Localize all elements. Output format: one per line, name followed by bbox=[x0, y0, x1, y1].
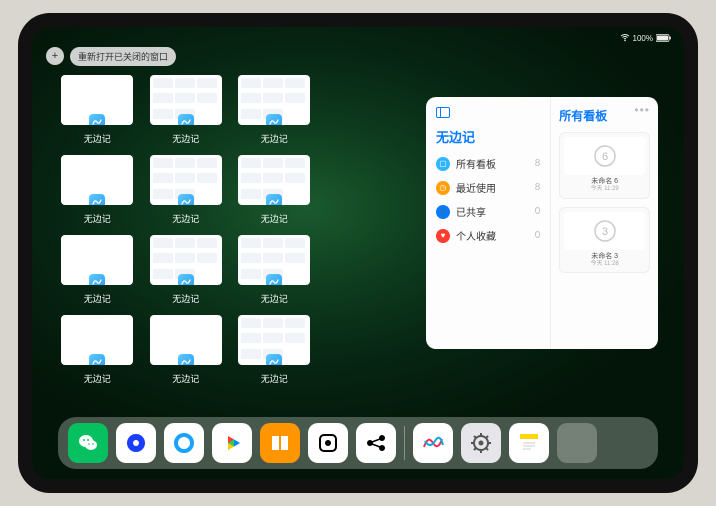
reopen-label: 重新打开已关闭的窗口 bbox=[78, 50, 168, 63]
battery-text: 100% bbox=[633, 34, 653, 43]
wifi-icon bbox=[620, 34, 630, 42]
dock-nodes-icon[interactable] bbox=[356, 423, 396, 463]
freeform-app-icon bbox=[266, 354, 282, 365]
clock-icon: ◷ bbox=[436, 181, 450, 195]
sidebar-item[interactable]: ▢ 所有看板 8 bbox=[436, 156, 540, 171]
ipad-frame: 100% + 重新打开已关闭的窗口 无边记无边记无边记无边记无边记无边记无边记无… bbox=[18, 13, 698, 493]
freeform-app-icon bbox=[178, 354, 194, 365]
window-thumbnail[interactable]: 无边记 bbox=[149, 235, 224, 305]
board-preview: 6 bbox=[564, 137, 645, 175]
thumbnail-label: 无边记 bbox=[261, 212, 288, 225]
window-thumbnail[interactable]: 无边记 bbox=[60, 235, 135, 305]
window-thumbnail[interactable]: 无边记 bbox=[237, 75, 312, 145]
freeform-panel[interactable]: ••• 无边记 ▢ 所有看板 8 ◷ 最近使用 8 👤 已共享 0 ♥ 个人收藏 0 所有看板 6 未命… bbox=[426, 97, 658, 349]
freeform-app-icon bbox=[178, 114, 194, 125]
thumbnail-label: 无边记 bbox=[261, 292, 288, 305]
freeform-app-icon bbox=[89, 114, 105, 125]
freeform-app-icon bbox=[89, 194, 105, 205]
battery-icon bbox=[656, 34, 672, 42]
screen: 100% + 重新打开已关闭的窗口 无边记无边记无边记无边记无边记无边记无边记无… bbox=[32, 27, 684, 479]
svg-text:6: 6 bbox=[602, 151, 608, 163]
sidebar-item-count: 8 bbox=[535, 158, 541, 169]
window-thumbnail[interactable]: 无边记 bbox=[237, 155, 312, 225]
dock-separator bbox=[404, 426, 405, 460]
dock-qqbrowser-icon[interactable] bbox=[164, 423, 204, 463]
dock bbox=[58, 417, 658, 469]
dock-books-icon[interactable] bbox=[260, 423, 300, 463]
sidebar-item-count: 8 bbox=[535, 182, 541, 193]
sidebar-item-label: 所有看板 bbox=[456, 156, 496, 171]
window-thumbnail[interactable]: 无边记 bbox=[149, 75, 224, 145]
thumbnail-label: 无边记 bbox=[84, 292, 111, 305]
sidebar-item-label: 个人收藏 bbox=[456, 228, 496, 243]
dock-wechat-icon[interactable] bbox=[68, 423, 108, 463]
square-icon: ▢ bbox=[436, 157, 450, 171]
status-right: 100% bbox=[620, 34, 672, 43]
sidebar-item[interactable]: ◷ 最近使用 8 bbox=[436, 180, 540, 195]
freeform-app-icon bbox=[266, 194, 282, 205]
people-icon: 👤 bbox=[436, 205, 450, 219]
freeform-app-icon bbox=[266, 274, 282, 285]
sidebar-item-count: 0 bbox=[535, 230, 541, 241]
reopen-closed-window[interactable]: 重新打开已关闭的窗口 bbox=[70, 47, 176, 66]
window-thumbnail[interactable]: 无边记 bbox=[237, 235, 312, 305]
thumbnail-label: 无边记 bbox=[84, 372, 111, 385]
dock-notes-icon[interactable] bbox=[509, 423, 549, 463]
svg-text:3: 3 bbox=[602, 226, 608, 238]
heart-icon: ♥ bbox=[436, 229, 450, 243]
board-meta: 未命名 3今天 11:28 bbox=[564, 253, 645, 269]
board-meta: 未命名 6今天 11:29 bbox=[564, 178, 645, 194]
freeform-app-icon bbox=[89, 354, 105, 365]
board-preview: 3 bbox=[564, 212, 645, 250]
thumbnail-label: 无边记 bbox=[172, 292, 199, 305]
dock-freeform-icon[interactable] bbox=[413, 423, 453, 463]
sidebar-item[interactable]: ♥ 个人收藏 0 bbox=[436, 228, 540, 243]
dock-play-icon[interactable] bbox=[212, 423, 252, 463]
add-button[interactable]: + bbox=[46, 47, 64, 65]
plus-icon: + bbox=[52, 50, 58, 62]
dock-browser1-icon[interactable] bbox=[116, 423, 156, 463]
thumbnail-label: 无边记 bbox=[261, 372, 288, 385]
window-thumbnail[interactable]: 无边记 bbox=[149, 155, 224, 225]
dock-folder-icon[interactable] bbox=[557, 423, 597, 463]
sidebar-item-label: 最近使用 bbox=[456, 180, 496, 195]
freeform-app-icon bbox=[178, 274, 194, 285]
freeform-app-icon bbox=[89, 274, 105, 285]
window-thumbnail[interactable]: 无边记 bbox=[237, 315, 312, 385]
sidebar-item-count: 0 bbox=[535, 206, 541, 217]
thumbnail-label: 无边记 bbox=[84, 132, 111, 145]
status-bar: 100% bbox=[32, 31, 684, 45]
board-card[interactable]: 6 未命名 6今天 11:29 bbox=[559, 132, 650, 199]
sidebar-icon[interactable] bbox=[436, 107, 450, 118]
window-thumbnail[interactable]: 无边记 bbox=[60, 75, 135, 145]
window-thumbnail[interactable]: 无边记 bbox=[149, 315, 224, 385]
sidebar-item-label: 已共享 bbox=[456, 204, 486, 219]
thumbnail-label: 无边记 bbox=[84, 212, 111, 225]
dock-dice-icon[interactable] bbox=[308, 423, 348, 463]
panel-sidebar: 无边记 ▢ 所有看板 8 ◷ 最近使用 8 👤 已共享 0 ♥ 个人收藏 0 bbox=[426, 97, 551, 349]
panel-content: 所有看板 6未命名 6今天 11:293未命名 3今天 11:28 bbox=[551, 97, 658, 349]
window-thumbnail[interactable]: 无边记 bbox=[60, 315, 135, 385]
sidebar-item[interactable]: 👤 已共享 0 bbox=[436, 204, 540, 219]
thumbnail-label: 无边记 bbox=[172, 372, 199, 385]
window-thumbnail[interactable]: 无边记 bbox=[60, 155, 135, 225]
freeform-app-icon bbox=[266, 114, 282, 125]
app-switcher-grid: 无边记无边记无边记无边记无边记无边记无边记无边记无边记无边记无边记无边记 bbox=[60, 75, 400, 385]
thumbnail-label: 无边记 bbox=[172, 132, 199, 145]
thumbnail-label: 无边记 bbox=[172, 212, 199, 225]
more-icon[interactable]: ••• bbox=[634, 103, 650, 117]
dock-settings-icon[interactable] bbox=[461, 423, 501, 463]
panel-title: 无边记 bbox=[436, 127, 540, 146]
freeform-app-icon bbox=[178, 194, 194, 205]
thumbnail-label: 无边记 bbox=[261, 132, 288, 145]
board-card[interactable]: 3 未命名 3今天 11:28 bbox=[559, 207, 650, 274]
